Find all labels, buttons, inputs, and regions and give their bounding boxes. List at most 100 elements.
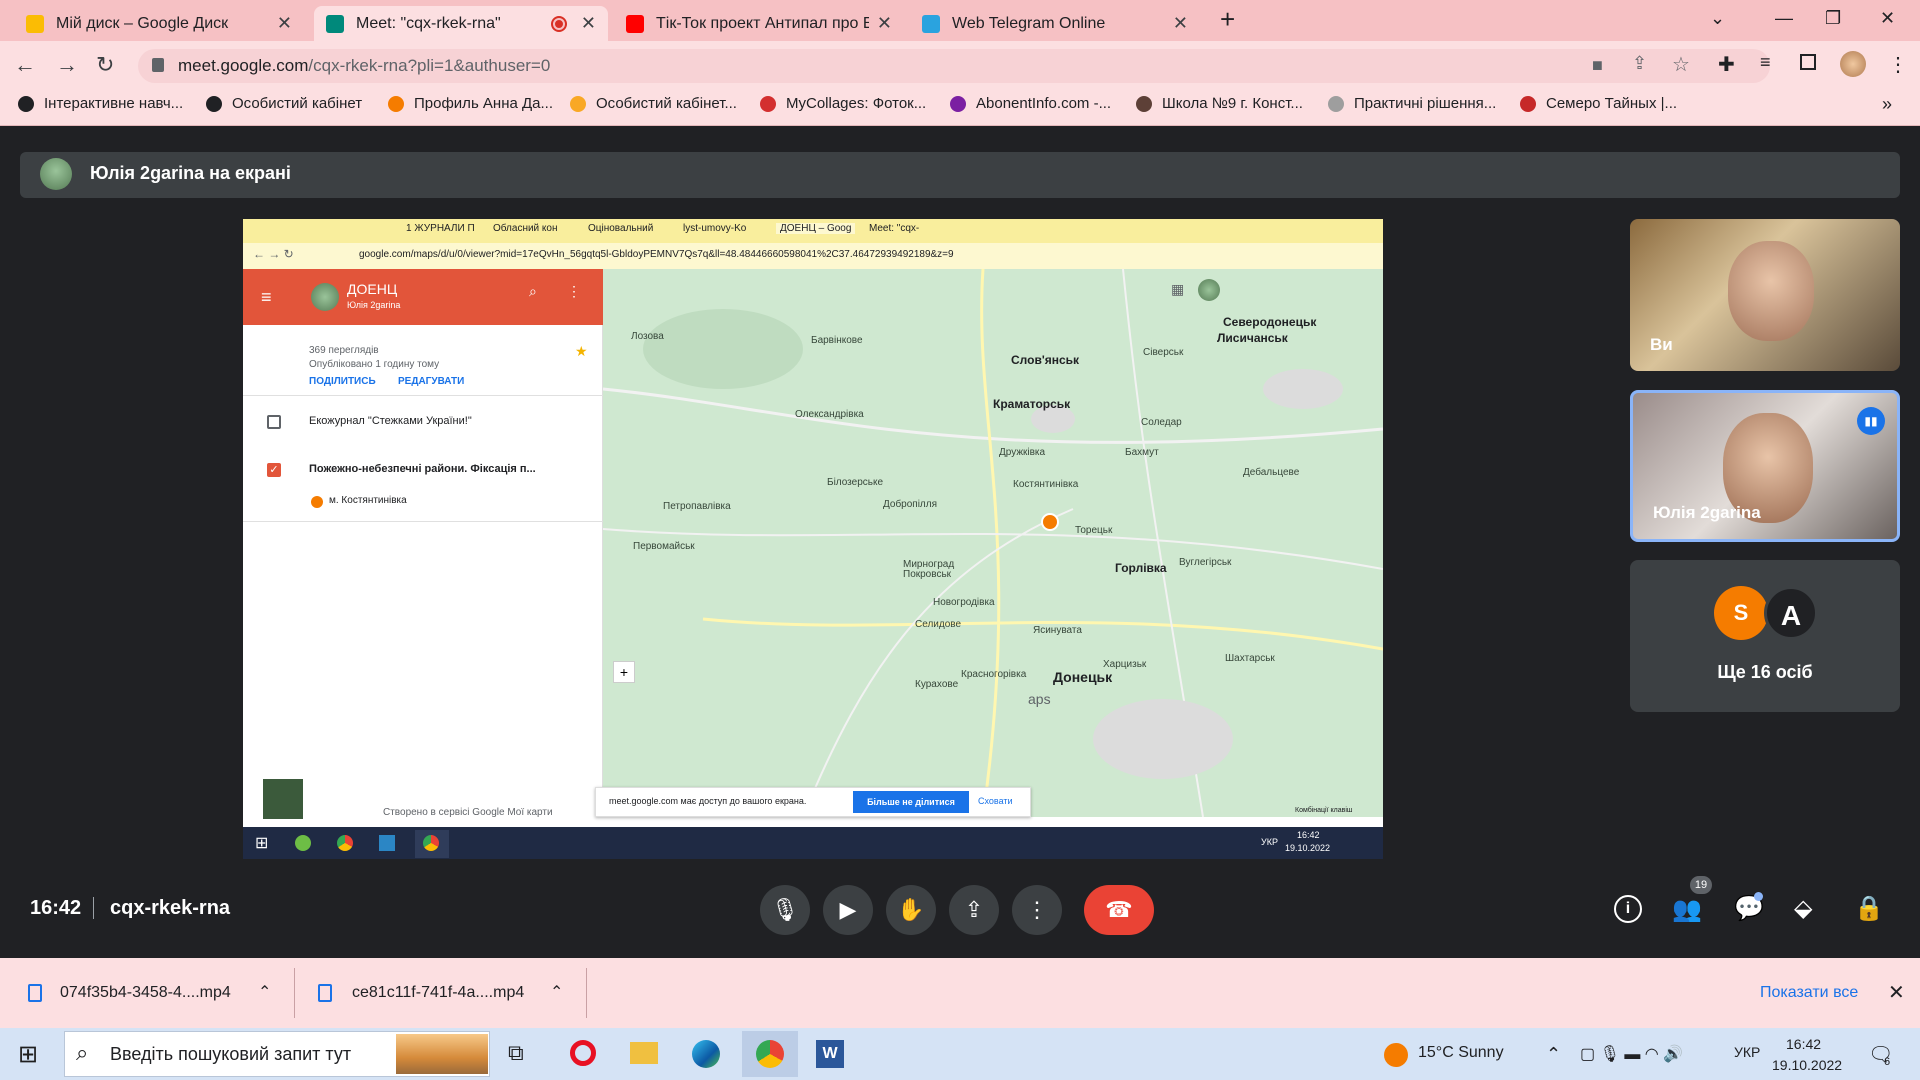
chevron-up-icon[interactable]: ⌃: [258, 982, 271, 1002]
microphone-button[interactable]: 🎙: [760, 885, 810, 935]
windows-start-icon[interactable]: ⊞: [18, 1040, 38, 1069]
new-tab-button[interactable]: +: [1220, 4, 1235, 35]
layer-checkbox-ecojournal[interactable]: [267, 415, 281, 429]
lock-icon[interactable]: [152, 58, 164, 72]
browser-tab[interactable]: Meet: "cqx-rkek-rna" ✕: [314, 6, 608, 41]
bookmark-item[interactable]: Інтерактивне навч...: [18, 95, 183, 112]
participant-avatar: S: [1714, 586, 1768, 640]
meeting-details-icon[interactable]: i: [1614, 895, 1642, 923]
close-window-icon[interactable]: ✕: [1880, 8, 1895, 29]
system-tray-icons[interactable]: ▢ 🎙 ▬ ◠ 🔊: [1580, 1044, 1683, 1064]
stop-sharing-button[interactable]: Більше не ділитися: [853, 791, 969, 813]
map-published: Опубліковано 1 годину тому: [309, 359, 440, 370]
google-maps-wordmark: aps: [1028, 691, 1051, 707]
taskbar-search-placeholder[interactable]: Введіть пошуковий запит тут: [110, 1044, 351, 1065]
tab-title: Web Telegram Online: [952, 14, 1106, 32]
task-view-icon[interactable]: ⧉: [508, 1040, 524, 1066]
keyboard-shortcuts-link[interactable]: Комбінації клавіш: [1295, 807, 1353, 814]
place-item[interactable]: м. Костянтинівка: [329, 495, 407, 506]
download-item[interactable]: 074f35b4-3458-4....mp4: [60, 984, 231, 1002]
weather-text[interactable]: 15°C Sunny: [1418, 1044, 1504, 1062]
browser-menu-icon[interactable]: ⋮: [1888, 52, 1908, 77]
basemap-thumbnail[interactable]: [263, 779, 303, 819]
bookmark-star-icon[interactable]: ☆: [1672, 52, 1690, 77]
layer-label-ecojournal[interactable]: Екожурнал "Стежками України!": [309, 415, 472, 427]
bookmark-item[interactable]: Профиль Анна Да...: [388, 95, 553, 112]
profile-avatar[interactable]: [1840, 51, 1866, 77]
leave-call-button[interactable]: ☎: [1084, 885, 1154, 935]
shared-taskbar: [243, 827, 1383, 859]
bookmark-item[interactable]: Семеро Тайных |...: [1520, 95, 1677, 112]
close-tab-icon[interactable]: ✕: [277, 13, 292, 34]
word-icon[interactable]: W: [816, 1040, 844, 1068]
back-icon[interactable]: ←: [14, 52, 36, 78]
close-tab-icon[interactable]: ✕: [877, 13, 892, 34]
more-options-button[interactable]: ⋮: [1012, 885, 1062, 935]
fire-marker-icon[interactable]: [1041, 513, 1059, 531]
bookmark-item[interactable]: Школа №9 г. Конст...: [1136, 95, 1303, 112]
browser-tab[interactable]: Тік-Ток проект Антипал про Ек ✕: [614, 6, 904, 41]
camera-button[interactable]: ▶: [823, 885, 873, 935]
system-tray-chevron-icon[interactable]: ⌃: [1546, 1044, 1561, 1065]
map-canvas[interactable]: Слов'янськ Краматорськ Горлівка Донецьк Севе…: [603, 269, 1383, 817]
participant-name: Юлія 2garina: [1653, 503, 1761, 522]
map-city-label: Дружківка: [999, 447, 1046, 458]
close-downloads-icon[interactable]: ✕: [1888, 980, 1905, 1005]
star-icon[interactable]: ★: [575, 343, 588, 360]
clock-date[interactable]: 19.10.2022: [1772, 1057, 1842, 1073]
bookmark-label: Особистий кабінет...: [596, 95, 737, 112]
input-language[interactable]: УКР: [1734, 1044, 1760, 1060]
layer-label-fire[interactable]: Пожежно-небезпечні райони. Фіксація п...: [309, 463, 536, 475]
people-icon[interactable]: 👥: [1672, 895, 1702, 924]
activities-icon[interactable]: ⬙: [1794, 894, 1812, 923]
participant-tile-presenter[interactable]: ▮▮ Юлія 2garina: [1630, 390, 1900, 542]
download-item[interactable]: ce81c11f-741f-4a....mp4: [352, 984, 524, 1002]
chevron-up-icon[interactable]: ⌃: [550, 982, 563, 1002]
host-controls-icon[interactable]: 🔒: [1854, 894, 1884, 923]
side-panel-icon[interactable]: [1800, 54, 1816, 70]
close-tab-icon[interactable]: ✕: [581, 13, 596, 34]
share-page-icon[interactable]: ⇪: [1632, 53, 1647, 74]
share-map-link[interactable]: ПОДІЛИТИСЬ: [309, 376, 376, 387]
forward-icon[interactable]: →: [56, 52, 78, 78]
edit-map-link[interactable]: РЕДАГУВАТИ: [398, 376, 464, 387]
hide-button[interactable]: Сховати: [978, 796, 1013, 806]
reload-icon[interactable]: ↻: [96, 52, 114, 78]
browser-tab[interactable]: Мій диск – Google Диск ✕: [14, 6, 304, 41]
bookmarks-overflow-icon[interactable]: »: [1882, 94, 1892, 115]
chrome-icon[interactable]: [756, 1040, 784, 1068]
media-control-icon[interactable]: ≡: [1760, 52, 1771, 73]
restore-icon[interactable]: ❐: [1825, 8, 1841, 29]
show-all-downloads-button[interactable]: Показати все: [1760, 984, 1858, 1002]
bookmark-item[interactable]: MyCollages: Фоток...: [760, 95, 926, 112]
participant-tile-others[interactable]: S A Ще 16 осіб: [1630, 560, 1900, 712]
present-button[interactable]: ⇪: [949, 885, 999, 935]
file-explorer-icon[interactable]: [630, 1042, 658, 1064]
bookmark-item[interactable]: Особистий кабінет: [206, 95, 362, 112]
close-tab-icon[interactable]: ✕: [1173, 13, 1188, 34]
bookmark-item[interactable]: Практичні рішення...: [1328, 95, 1496, 112]
bookmark-favicon-icon: [950, 95, 966, 112]
raise-hand-button[interactable]: ✋: [886, 885, 936, 935]
clock-time[interactable]: 16:42: [1786, 1036, 1821, 1052]
map-city-label: Лисичанськ: [1217, 331, 1288, 345]
edge-icon[interactable]: [692, 1040, 720, 1068]
bookmark-item[interactable]: Особистий кабінет...: [570, 95, 737, 112]
extensions-icon[interactable]: ✚: [1718, 52, 1735, 77]
tab-search-icon[interactable]: ⌄: [1710, 8, 1725, 29]
camera-in-use-icon[interactable]: ■: [1592, 55, 1603, 76]
zoom-in-button[interactable]: +: [613, 661, 635, 683]
layer-checkbox-fire[interactable]: ✓: [267, 463, 281, 477]
map-search-icon[interactable]: ⌕: [529, 283, 537, 300]
map-menu-icon[interactable]: ⋮: [567, 283, 581, 300]
apps-grid-icon[interactable]: ▦: [1171, 281, 1184, 298]
bookmark-item[interactable]: AbonentInfo.com -...: [950, 95, 1111, 112]
url-text[interactable]: meet.google.com/cqx-rkek-rna?pli=1&authu…: [178, 56, 550, 76]
map-account-avatar[interactable]: [1198, 279, 1220, 301]
weather-sun-icon[interactable]: [1384, 1043, 1408, 1067]
browser-tab[interactable]: Web Telegram Online ✕: [910, 6, 1200, 41]
minimize-icon[interactable]: —: [1775, 8, 1793, 29]
hamburger-menu-icon[interactable]: ≡: [261, 287, 272, 308]
participant-tile-self[interactable]: Ви: [1630, 219, 1900, 371]
opera-icon[interactable]: [570, 1040, 596, 1066]
